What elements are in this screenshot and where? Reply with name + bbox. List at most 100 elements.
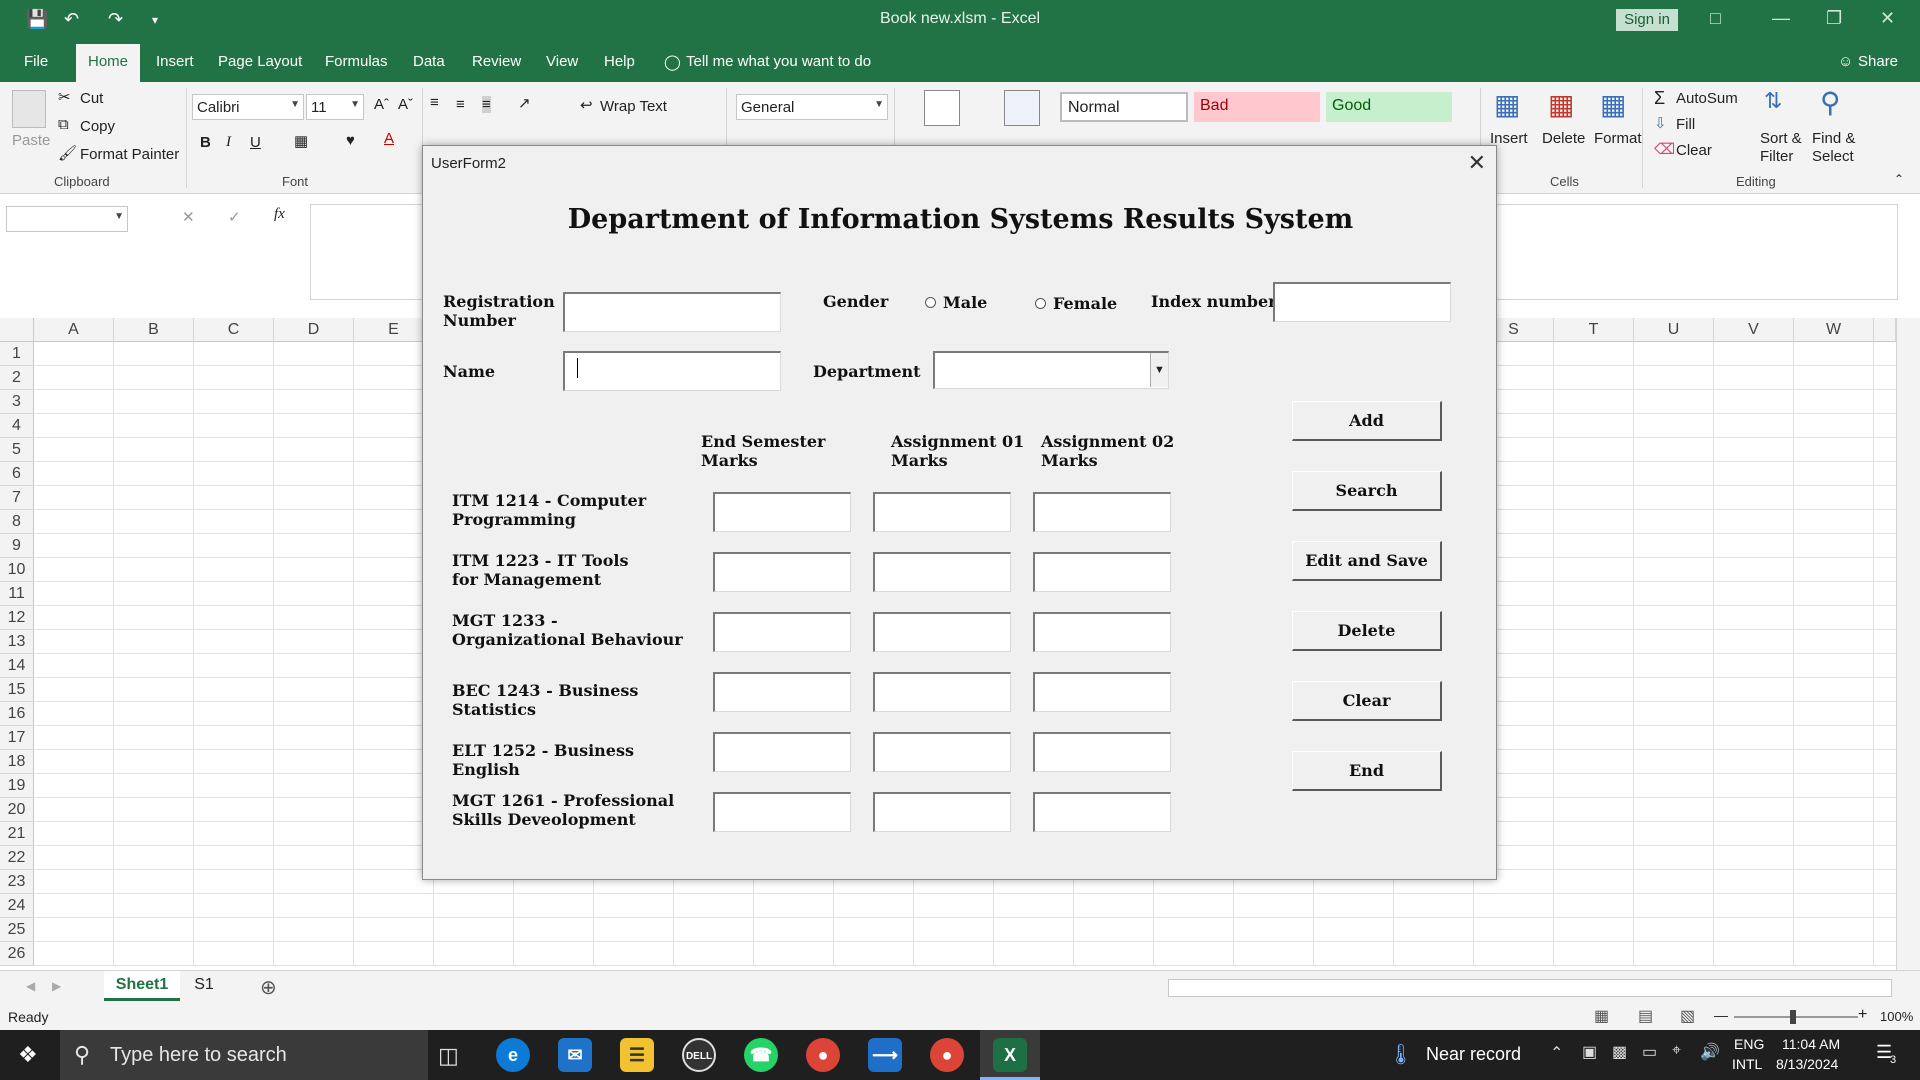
row-header[interactable]: 5: [0, 438, 34, 462]
sort-filter-icon[interactable]: ⇅: [1764, 88, 1782, 114]
italic-icon[interactable]: I: [226, 134, 231, 151]
volume-icon[interactable]: 🔊: [1700, 1042, 1720, 1062]
end-semester-marks-input[interactable]: [713, 732, 851, 772]
end-semester-marks-input[interactable]: [713, 612, 851, 652]
row-header[interactable]: 25: [0, 918, 34, 942]
share-icon[interactable]: ☺: [1838, 53, 1853, 70]
row-header[interactable]: 7: [0, 486, 34, 510]
name-input[interactable]: [563, 351, 781, 391]
restore-icon[interactable]: ❐: [1826, 8, 1842, 29]
style-bad[interactable]: Bad: [1194, 92, 1320, 122]
add-sheet-icon[interactable]: ⊕: [260, 975, 277, 1000]
fill-color-icon[interactable]: ♥: [346, 132, 355, 149]
sheet-tab-sheet1[interactable]: Sheet1: [104, 971, 180, 1001]
male-radio-label[interactable]: Male: [943, 293, 987, 312]
row-header[interactable]: 14: [0, 654, 34, 678]
column-header[interactable]: W: [1794, 318, 1874, 342]
zoom-in-icon[interactable]: +: [1858, 1006, 1867, 1024]
tab-help[interactable]: Help: [604, 53, 635, 70]
wifi-icon[interactable]: ⌖: [1672, 1042, 1681, 1060]
insert-function-icon[interactable]: fx: [274, 206, 285, 223]
tab-file[interactable]: File: [24, 53, 48, 70]
tell-me-search[interactable]: Tell me what you want to do: [686, 53, 871, 70]
row-header[interactable]: 11: [0, 582, 34, 606]
language-primary[interactable]: ENG: [1734, 1036, 1764, 1052]
format-painter-button[interactable]: Format Painter: [80, 146, 179, 163]
column-header[interactable]: T: [1554, 318, 1634, 342]
orientation-icon[interactable]: ↗: [518, 94, 531, 112]
bold-icon[interactable]: B: [200, 134, 211, 151]
name-box[interactable]: ▼: [6, 206, 128, 232]
wrap-text-icon[interactable]: ↩: [580, 96, 593, 114]
column-header[interactable]: D: [274, 318, 354, 342]
assignment-02-marks-input[interactable]: [1033, 672, 1171, 712]
align-middle-icon[interactable]: ≡: [456, 96, 465, 113]
end-semester-marks-input[interactable]: [713, 792, 851, 832]
minimize-icon[interactable]: —: [1772, 8, 1790, 29]
prev-sheet-icon[interactable]: ◀: [26, 979, 35, 993]
find-select-button[interactable]: Find & Select: [1812, 130, 1868, 166]
task-view-icon[interactable]: ◫: [438, 1043, 459, 1069]
female-radio-label[interactable]: Female: [1053, 294, 1117, 313]
row-header[interactable]: 16: [0, 702, 34, 726]
male-radio[interactable]: [925, 297, 936, 308]
page-break-view-icon[interactable]: ▧: [1680, 1006, 1695, 1026]
row-header[interactable]: 13: [0, 630, 34, 654]
tab-review[interactable]: Review: [472, 53, 521, 70]
column-header[interactable]: A: [34, 318, 114, 342]
horizontal-scrollbar[interactable]: [1168, 979, 1892, 997]
autosum-icon[interactable]: Σ: [1654, 88, 1665, 109]
select-all-corner[interactable]: [0, 318, 34, 342]
assignment-02-marks-input[interactable]: [1033, 612, 1171, 652]
align-top-icon[interactable]: ≡: [430, 94, 439, 111]
show-hidden-icons-icon[interactable]: ⌃: [1550, 1043, 1563, 1063]
format-cells-button[interactable]: Format: [1594, 130, 1642, 147]
column-header[interactable]: U: [1634, 318, 1714, 342]
row-header[interactable]: 8: [0, 510, 34, 534]
assignment-01-marks-input[interactable]: [873, 672, 1011, 712]
assignment-02-marks-input[interactable]: [1033, 732, 1171, 772]
zoom-level[interactable]: 100%: [1880, 1009, 1913, 1024]
cut-button[interactable]: Cut: [80, 90, 103, 107]
style-good[interactable]: Good: [1326, 92, 1452, 122]
assignment-01-marks-input[interactable]: [873, 492, 1011, 532]
clear-icon[interactable]: ⌫: [1654, 140, 1675, 158]
align-bottom-icon[interactable]: ≡: [482, 96, 491, 113]
close-window-icon[interactable]: ✕: [1880, 8, 1895, 29]
format-as-table-icon[interactable]: [1004, 90, 1040, 126]
row-header[interactable]: 23: [0, 870, 34, 894]
search-button[interactable]: Search: [1292, 471, 1442, 511]
language-secondary[interactable]: INTL: [1732, 1056, 1762, 1072]
dialog-close-icon[interactable]: ✕: [1468, 150, 1486, 176]
vscode-icon[interactable]: ⟶: [868, 1038, 902, 1072]
row-header[interactable]: 1: [0, 342, 34, 366]
tab-insert[interactable]: Insert: [156, 53, 194, 70]
paste-button[interactable]: Paste: [12, 132, 50, 149]
female-radio[interactable]: [1035, 298, 1046, 309]
column-header[interactable]: V: [1714, 318, 1794, 342]
next-sheet-icon[interactable]: ▶: [52, 979, 61, 993]
copy-icon[interactable]: ⧉: [58, 116, 69, 133]
department-select[interactable]: ▼: [933, 351, 1169, 389]
format-painter-icon[interactable]: 🖌: [58, 144, 77, 162]
device-icon[interactable]: ▩: [1612, 1042, 1627, 1062]
tab-view[interactable]: View: [546, 53, 578, 70]
sign-in-button[interactable]: Sign in: [1616, 9, 1678, 31]
ribbon-display-options-icon[interactable]: □: [1710, 8, 1721, 29]
whatsapp-icon[interactable]: ☎: [744, 1038, 778, 1072]
row-header[interactable]: 9: [0, 534, 34, 558]
cut-icon[interactable]: ✂: [58, 88, 71, 106]
taskbar-search[interactable]: ⚲ Type here to search: [60, 1030, 428, 1080]
delete-cells-button[interactable]: Delete: [1542, 130, 1585, 147]
row-header[interactable]: 18: [0, 750, 34, 774]
dropdown-arrow-icon[interactable]: ▼: [1150, 353, 1168, 387]
assignment-02-marks-input[interactable]: [1033, 552, 1171, 592]
tab-home[interactable]: Home: [76, 44, 141, 82]
clear-button[interactable]: Clear: [1676, 142, 1712, 159]
weather-text[interactable]: Near record: [1426, 1044, 1521, 1065]
assignment-01-marks-input[interactable]: [873, 552, 1011, 592]
vertical-scrollbar[interactable]: [1896, 318, 1920, 970]
style-normal[interactable]: Normal: [1060, 92, 1188, 122]
chrome-profile-icon[interactable]: ●: [930, 1038, 964, 1072]
font-size-select[interactable]: 11 ▼: [306, 94, 364, 120]
